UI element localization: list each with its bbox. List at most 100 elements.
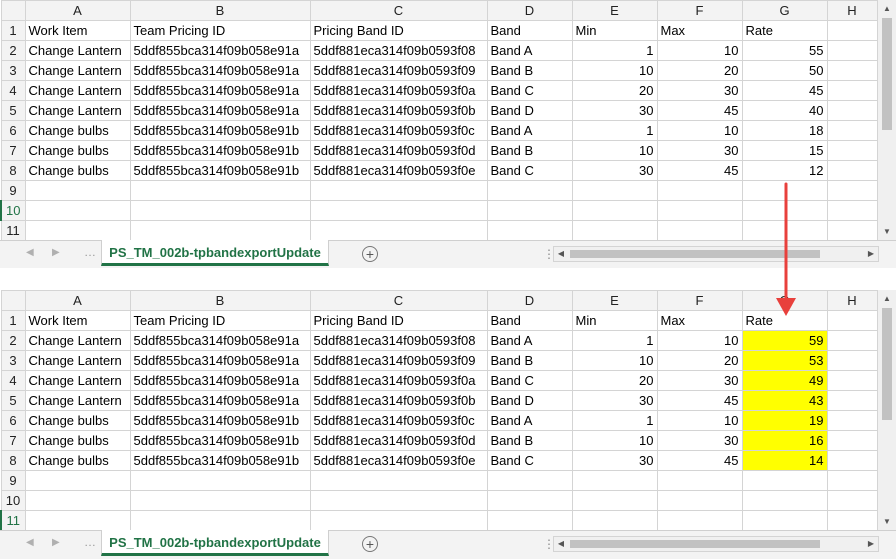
scroll-thumb[interactable] — [570, 250, 820, 258]
cell-g2[interactable]: 55 — [741, 40, 828, 61]
cell-h9[interactable] — [826, 470, 878, 491]
cell-d5[interactable]: Band D — [486, 100, 573, 121]
cell-a10[interactable] — [24, 200, 131, 221]
cell-b7[interactable]: 5ddf855bca314f09b058e91b — [129, 140, 311, 161]
sheet-tab[interactable]: PS_TM_002b-tpbandexportUpdate — [101, 240, 329, 266]
bottom-horizontal-scrollbar[interactable]: ◀ ▶ — [553, 536, 879, 552]
cell-h10[interactable] — [826, 200, 878, 221]
cell-g3[interactable]: 50 — [741, 60, 828, 81]
cell-c5[interactable]: 5ddf881eca314f09b0593f0b — [309, 390, 488, 411]
cell-h11[interactable] — [826, 220, 878, 241]
cell-f11[interactable] — [656, 510, 743, 531]
cell-a6[interactable]: Change bulbs — [24, 120, 131, 141]
cell-b7[interactable]: 5ddf855bca314f09b058e91b — [129, 430, 311, 451]
row-header[interactable]: 11 — [0, 510, 26, 531]
cell-g9[interactable] — [741, 470, 828, 491]
cell-a6[interactable]: Change bulbs — [24, 410, 131, 431]
scroll-down-icon[interactable]: ▼ — [878, 515, 896, 529]
cell-g5[interactable]: 40 — [741, 100, 828, 121]
cell-b3[interactable]: 5ddf855bca314f09b058e91a — [129, 60, 311, 81]
column-header-b[interactable]: B — [129, 0, 311, 21]
cell-g10[interactable] — [741, 490, 828, 511]
cell-g4[interactable]: 49 — [741, 370, 828, 391]
cell-d7[interactable]: Band B — [486, 430, 573, 451]
cell-f8[interactable]: 45 — [656, 450, 743, 471]
row-header[interactable]: 3 — [0, 60, 26, 81]
cell-d7[interactable]: Band B — [486, 140, 573, 161]
cell-g7[interactable]: 15 — [741, 140, 828, 161]
cell-h5[interactable] — [826, 100, 878, 121]
scroll-thumb[interactable] — [882, 18, 892, 130]
cell-b4[interactable]: 5ddf855bca314f09b058e91a — [129, 370, 311, 391]
cell-e8[interactable]: 30 — [571, 450, 658, 471]
column-header-d[interactable]: D — [486, 290, 573, 311]
row-header[interactable]: 11 — [0, 220, 26, 241]
cell-c9[interactable] — [309, 180, 488, 201]
cell-g6[interactable]: 19 — [741, 410, 828, 431]
column-header-g[interactable]: G — [741, 290, 828, 311]
column-header-h[interactable]: H — [826, 290, 878, 311]
cell-f2[interactable]: 10 — [656, 330, 743, 351]
row-header[interactable]: 1 — [0, 20, 26, 41]
cell-e4[interactable]: 20 — [571, 370, 658, 391]
row-header[interactable]: 8 — [0, 160, 26, 181]
scroll-up-icon[interactable]: ▲ — [878, 2, 896, 16]
cell-f9[interactable] — [656, 470, 743, 491]
cell-a8[interactable]: Change bulbs — [24, 160, 131, 181]
cell-h6[interactable] — [826, 120, 878, 141]
cell-f9[interactable] — [656, 180, 743, 201]
cell-b2[interactable]: 5ddf855bca314f09b058e91a — [129, 40, 311, 61]
cell-f11[interactable] — [656, 220, 743, 241]
cell-d5[interactable]: Band D — [486, 390, 573, 411]
tab-prev-icon[interactable]: ◀ — [26, 537, 34, 548]
cell-h8[interactable] — [826, 160, 878, 181]
cell-a2[interactable]: Change Lantern — [24, 330, 131, 351]
cell-e4[interactable]: 20 — [571, 80, 658, 101]
cell-e5[interactable]: 30 — [571, 390, 658, 411]
cell-e8[interactable]: 30 — [571, 160, 658, 181]
scroll-up-icon[interactable]: ▲ — [878, 292, 896, 306]
cell-f5[interactable]: 45 — [656, 390, 743, 411]
cell-d2[interactable]: Band A — [486, 330, 573, 351]
row-header[interactable]: 7 — [0, 430, 26, 451]
cell-c6[interactable]: 5ddf881eca314f09b0593f0c — [309, 410, 488, 431]
row-header[interactable]: 5 — [0, 100, 26, 121]
cell-h7[interactable] — [826, 140, 878, 161]
cell-f2[interactable]: 10 — [656, 40, 743, 61]
cell-f4[interactable]: 30 — [656, 370, 743, 391]
cell-b1[interactable]: Team Pricing ID — [129, 310, 311, 331]
cell-f7[interactable]: 30 — [656, 140, 743, 161]
cell-d10[interactable] — [486, 490, 573, 511]
row-header[interactable]: 4 — [0, 80, 26, 101]
cell-d1[interactable]: Band — [486, 20, 573, 41]
row-header[interactable]: 7 — [0, 140, 26, 161]
cell-g5[interactable]: 43 — [741, 390, 828, 411]
cell-f10[interactable] — [656, 490, 743, 511]
cell-e1[interactable]: Min — [571, 310, 658, 331]
select-all-corner[interactable] — [0, 0, 26, 21]
cell-e1[interactable]: Min — [571, 20, 658, 41]
cell-a3[interactable]: Change Lantern — [24, 350, 131, 371]
cell-g1[interactable]: Rate — [741, 20, 828, 41]
cell-g9[interactable] — [741, 180, 828, 201]
cell-a3[interactable]: Change Lantern — [24, 60, 131, 81]
cell-b10[interactable] — [129, 200, 311, 221]
cell-d6[interactable]: Band A — [486, 410, 573, 431]
cell-g2[interactable]: 59 — [741, 330, 828, 351]
scroll-left-icon[interactable]: ◀ — [554, 537, 568, 551]
cell-g7[interactable]: 16 — [741, 430, 828, 451]
cell-c7[interactable]: 5ddf881eca314f09b0593f0d — [309, 140, 488, 161]
cell-b6[interactable]: 5ddf855bca314f09b058e91b — [129, 120, 311, 141]
cell-h1[interactable] — [826, 20, 878, 41]
cell-e6[interactable]: 1 — [571, 410, 658, 431]
tab-more-icon[interactable]: … — [84, 535, 97, 549]
cell-g11[interactable] — [741, 510, 828, 531]
cell-h9[interactable] — [826, 180, 878, 201]
scroll-left-icon[interactable]: ◀ — [554, 247, 568, 261]
cell-c2[interactable]: 5ddf881eca314f09b0593f08 — [309, 330, 488, 351]
cell-d8[interactable]: Band C — [486, 450, 573, 471]
cell-h6[interactable] — [826, 410, 878, 431]
tab-next-icon[interactable]: ▶ — [52, 537, 60, 548]
top-horizontal-scrollbar[interactable]: ◀ ▶ — [553, 246, 879, 262]
cell-e10[interactable] — [571, 490, 658, 511]
